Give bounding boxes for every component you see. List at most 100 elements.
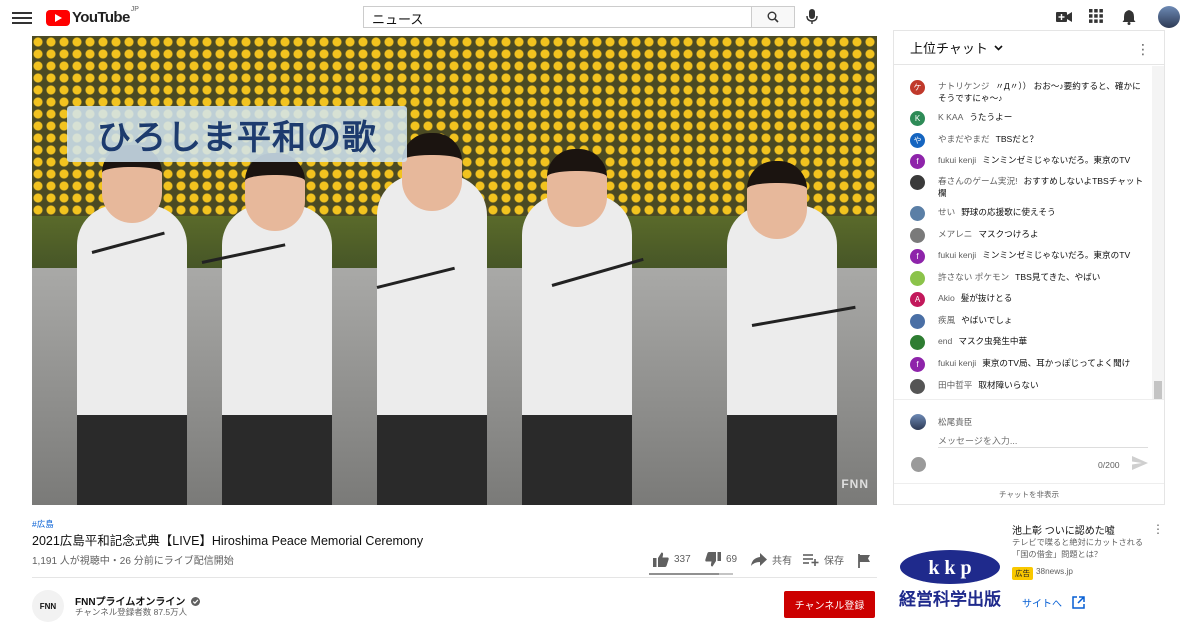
video-player[interactable]: ひろしま平和の歌 FNN <box>32 36 877 505</box>
report-flag-icon[interactable] <box>858 554 871 568</box>
chat-author-name[interactable]: Akio <box>938 293 955 303</box>
singer-figure <box>372 105 492 505</box>
send-icon[interactable] <box>1132 456 1148 470</box>
chat-message: 疾風 やばいでしょ <box>910 314 1146 329</box>
search-button[interactable] <box>752 6 795 28</box>
chat-author-name[interactable]: せい <box>938 207 955 217</box>
chat-message-body: K KAA うたうよー <box>938 111 1146 123</box>
chat-message-body: 春さんのゲーム実況! おすすめしないよTBSチャット欄 <box>938 175 1146 199</box>
chat-author-name[interactable]: 春さんのゲーム実況! <box>938 176 1017 186</box>
chat-more-options-icon[interactable]: ⋮ <box>1136 41 1150 58</box>
thumbs-up-icon <box>653 552 669 567</box>
singer-figure <box>722 105 842 505</box>
add-to-playlist-icon <box>803 554 819 566</box>
chat-message: ケナトリケンジ 〃Д〃）） おお〜♪要約すると、確かにそうですにゃ〜♪ <box>910 80 1146 104</box>
chat-author-name[interactable]: K KAA <box>938 112 963 122</box>
chat-message: 田中哲平 取材障いらない <box>910 379 1146 394</box>
chat-message-body: Akio 髪が抜けとる <box>938 292 1146 304</box>
chat-author-name[interactable]: 疾風 <box>938 315 955 325</box>
chat-author-name[interactable]: end <box>938 336 952 346</box>
ad-logo-image: k k p 経営科学出版 <box>899 550 1001 610</box>
chat-author-avatar[interactable] <box>910 335 925 350</box>
like-ratio-bar <box>649 573 733 575</box>
thumbs-down-icon <box>705 552 721 567</box>
create-video-icon[interactable] <box>1056 9 1072 25</box>
chat-message-body: end マスク虫発生中華 <box>938 335 1146 347</box>
notifications-bell-icon[interactable] <box>1122 9 1136 25</box>
logo-text: YouTube <box>72 9 130 26</box>
save-button[interactable]: 保存 <box>803 552 844 567</box>
external-link-icon <box>1072 595 1085 609</box>
ad-thumbnail[interactable]: k k p 経営科学出版 <box>893 521 1007 629</box>
like-button[interactable]: 337 <box>653 552 691 567</box>
chat-message-text: マスクつけろよ <box>978 229 1039 239</box>
apps-grid-icon[interactable] <box>1089 9 1103 23</box>
chat-author-avatar[interactable] <box>910 379 925 394</box>
chat-scrollbar[interactable] <box>1152 66 1164 399</box>
singer-figure <box>217 105 337 505</box>
hide-chat-button[interactable]: チャットを非表示 <box>894 483 1164 505</box>
chat-author-avatar[interactable]: K <box>910 111 925 126</box>
video-title: 2021広島平和記念式典【LIVE】Hiroshima Peace Memori… <box>32 534 424 548</box>
chat-author-avatar[interactable]: A <box>910 292 925 307</box>
chat-author-name[interactable]: fukui kenji <box>938 250 976 260</box>
channel-avatar[interactable]: FNN <box>32 590 64 622</box>
chat-author-avatar[interactable]: f <box>910 154 925 169</box>
view-count: 1,191 人が視聴中・26 分前にライブ配信開始 <box>32 556 234 567</box>
chat-author-avatar[interactable] <box>910 175 925 190</box>
like-ratio-fill <box>649 573 719 575</box>
chat-author-name[interactable]: fukui kenji <box>938 358 976 368</box>
chat-message: f fukui kenji ミンミンゼミじゃないだろ。東京のTV <box>910 249 1146 264</box>
chat-message-input[interactable]: メッセージを入力... <box>938 434 1148 448</box>
chat-author-avatar[interactable]: や <box>910 133 925 148</box>
search-input[interactable]: ニュース <box>363 6 752 28</box>
broadcaster-watermark: FNN <box>841 477 869 491</box>
chat-message-body: ナトリケンジ 〃Д〃）） おお〜♪要約すると、確かにそうですにゃ〜♪ <box>938 80 1146 104</box>
char-counter: 0/200 <box>1098 460 1120 470</box>
dislike-button[interactable]: 69 <box>705 552 737 567</box>
mic-icon[interactable] <box>806 9 818 25</box>
chat-message-body: やまだやまだ TBSだと？ <box>938 133 1146 145</box>
chat-message-text: ミンミンゼミじゃないだろ。東京のTV <box>982 250 1131 260</box>
chat-scrollbar-thumb[interactable] <box>1154 381 1162 399</box>
share-button[interactable]: 共有 <box>751 552 792 567</box>
singer-figure <box>72 105 192 505</box>
chat-author-avatar[interactable] <box>910 314 925 329</box>
chat-author-avatar[interactable] <box>910 271 925 286</box>
hashtag-link[interactable]: #広島 <box>32 518 54 530</box>
chat-message-text: TBS見てきた、やばい <box>1015 272 1101 282</box>
ad-cta-button[interactable]: サイトへ <box>1012 590 1092 614</box>
ad-more-options-icon[interactable]: ⋮ <box>1152 522 1164 536</box>
chat-message: K K KAA うたうよー <box>910 111 1146 126</box>
chat-author-avatar[interactable]: ケ <box>910 80 925 95</box>
subscribe-button[interactable]: チャンネル登録 <box>784 591 875 618</box>
youtube-logo[interactable]: YouTube JP <box>46 6 139 26</box>
ad-description: テレビで喋ると絶対にカットされる「国の借金」問題とは？ <box>1012 538 1144 559</box>
ad-logo-caption: 経営科学出版 <box>899 589 1001 610</box>
chat-message: メアレニ マスクつけろよ <box>910 228 1146 243</box>
ad-cta-label: サイトへ <box>1022 598 1062 610</box>
chat-author-name[interactable]: 許さない ポケモン <box>938 272 1009 282</box>
chat-author-name[interactable]: fukui kenji <box>938 155 976 165</box>
chat-author-avatar[interactable]: f <box>910 249 925 264</box>
ad-title[interactable]: 池上彰 ついに認めた嘘 <box>1012 522 1115 537</box>
chat-mode-selector[interactable]: 上位チャット <box>910 38 988 57</box>
chat-author-name[interactable]: やまだやまだ <box>938 134 990 144</box>
chat-author-name[interactable]: メアレニ <box>938 229 972 239</box>
ad-logo-letters: k k p <box>928 557 971 579</box>
user-avatar[interactable] <box>1158 6 1180 28</box>
chat-author-name[interactable]: 田中哲平 <box>938 380 972 390</box>
chat-author-name[interactable]: ナトリケンジ <box>938 81 989 91</box>
chat-message-body: 許さない ポケモン TBS見てきた、やばい <box>938 271 1146 283</box>
live-chat-panel: 上位チャット ⋮ 許されるべきではない。ケナトリケンジ〃Д〃）） おお〜♪要約す… <box>893 30 1165 505</box>
chevron-down-icon[interactable] <box>994 44 1003 51</box>
share-label: 共有 <box>772 556 792 567</box>
singer-figure <box>517 105 637 505</box>
emoji-icon[interactable] <box>911 457 926 472</box>
chat-message-list: 許されるべきではない。ケナトリケンジ〃Д〃）） おお〜♪要約すると、確かにそうで… <box>894 66 1152 399</box>
chat-author-avatar[interactable]: f <box>910 357 925 372</box>
hamburger-menu-icon[interactable] <box>12 9 32 27</box>
dislike-count: 69 <box>726 554 738 565</box>
chat-author-avatar[interactable] <box>910 228 925 243</box>
chat-author-avatar[interactable] <box>910 206 925 221</box>
